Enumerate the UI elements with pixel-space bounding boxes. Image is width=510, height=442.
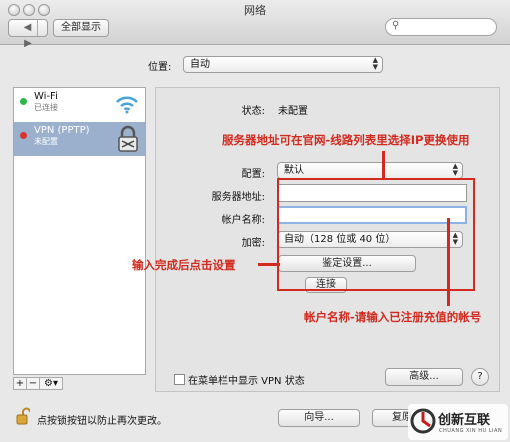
watermark-logo-icon bbox=[410, 408, 436, 434]
status-dot-icon bbox=[20, 98, 27, 105]
window-title: 网络 bbox=[244, 4, 266, 17]
select-arrows-icon: ▲ ▼ bbox=[452, 162, 458, 177]
highlight-box bbox=[277, 178, 475, 291]
status-value: 未配置 bbox=[278, 106, 308, 117]
show-vpn-status-option[interactable]: 在菜单栏中显示 VPN 状态 bbox=[174, 372, 305, 387]
watermark-text: 创新互联 bbox=[438, 413, 491, 428]
advanced-button[interactable]: 高级... bbox=[385, 368, 463, 386]
configuration-select[interactable]: 默认 ▲ ▼ bbox=[277, 162, 463, 179]
annotation-arrow-left bbox=[258, 263, 280, 266]
location-value: 自动 bbox=[190, 59, 210, 70]
service-list-buttons: + − ⚙▾ bbox=[13, 376, 146, 390]
assistant-button[interactable]: 向导... bbox=[278, 409, 360, 427]
service-item-wifi[interactable]: Wi-Fi 已连接 bbox=[14, 88, 145, 122]
show-vpn-label: 在菜单栏中显示 VPN 状态 bbox=[188, 376, 305, 387]
location-label: 位置: bbox=[148, 62, 172, 73]
show-vpn-checkbox[interactable] bbox=[174, 374, 185, 385]
wifi-icon bbox=[116, 96, 138, 114]
location-select[interactable]: 自动 ▲ ▼ bbox=[183, 56, 383, 73]
forward-button[interactable]: ▶ bbox=[19, 36, 38, 52]
add-service-button[interactable]: + bbox=[13, 377, 27, 390]
lock-icon bbox=[118, 125, 138, 152]
server-address-label: 服务器地址: bbox=[211, 192, 265, 203]
watermark-subtext: CHUANG XIN HU LIAN bbox=[439, 428, 503, 434]
nav-buttons: ◀▶ bbox=[8, 19, 48, 49]
annotation-account-name: 帐户名称-请输入已注册充值的帐号 bbox=[304, 310, 482, 324]
annotation-click-settings: 输入完成后点击设置 bbox=[132, 258, 236, 272]
account-name-label: 帐户名称: bbox=[221, 215, 265, 226]
lock-hint-text: 点按锁按钮以防止再次更改。 bbox=[37, 416, 167, 427]
help-button[interactable]: ? bbox=[471, 368, 489, 386]
search-field[interactable]: ⚲ bbox=[385, 18, 497, 36]
annotation-arrow-bottom bbox=[447, 218, 450, 306]
service-list: Wi-Fi 已连接 VPN (PPTP) 未配置 bbox=[13, 87, 146, 375]
back-button[interactable]: ◀ bbox=[18, 20, 38, 36]
service-item-vpn[interactable]: VPN (PPTP) 未配置 bbox=[14, 122, 145, 156]
status-dot-icon bbox=[20, 132, 27, 139]
unlocked-padlock-icon[interactable] bbox=[16, 407, 30, 425]
select-arrows-icon: ▲ ▼ bbox=[372, 56, 378, 71]
remove-service-button[interactable]: − bbox=[26, 377, 40, 390]
annotation-server-address: 服务器地址可在官网-线路列表里选择IP更换使用 bbox=[222, 133, 470, 147]
search-icon: ⚲ bbox=[392, 20, 400, 31]
annotation-arrow-top bbox=[382, 151, 385, 179]
configuration-label: 配置: bbox=[241, 169, 265, 180]
action-menu-button[interactable]: ⚙▾ bbox=[39, 377, 63, 390]
watermark: 创新互联 CHUANG XIN HU LIAN bbox=[408, 404, 508, 440]
show-all-button[interactable]: 全部显示 bbox=[53, 19, 109, 37]
encryption-label: 加密: bbox=[241, 238, 265, 249]
status-label: 状态: bbox=[241, 106, 265, 117]
configuration-value: 默认 bbox=[284, 165, 304, 176]
